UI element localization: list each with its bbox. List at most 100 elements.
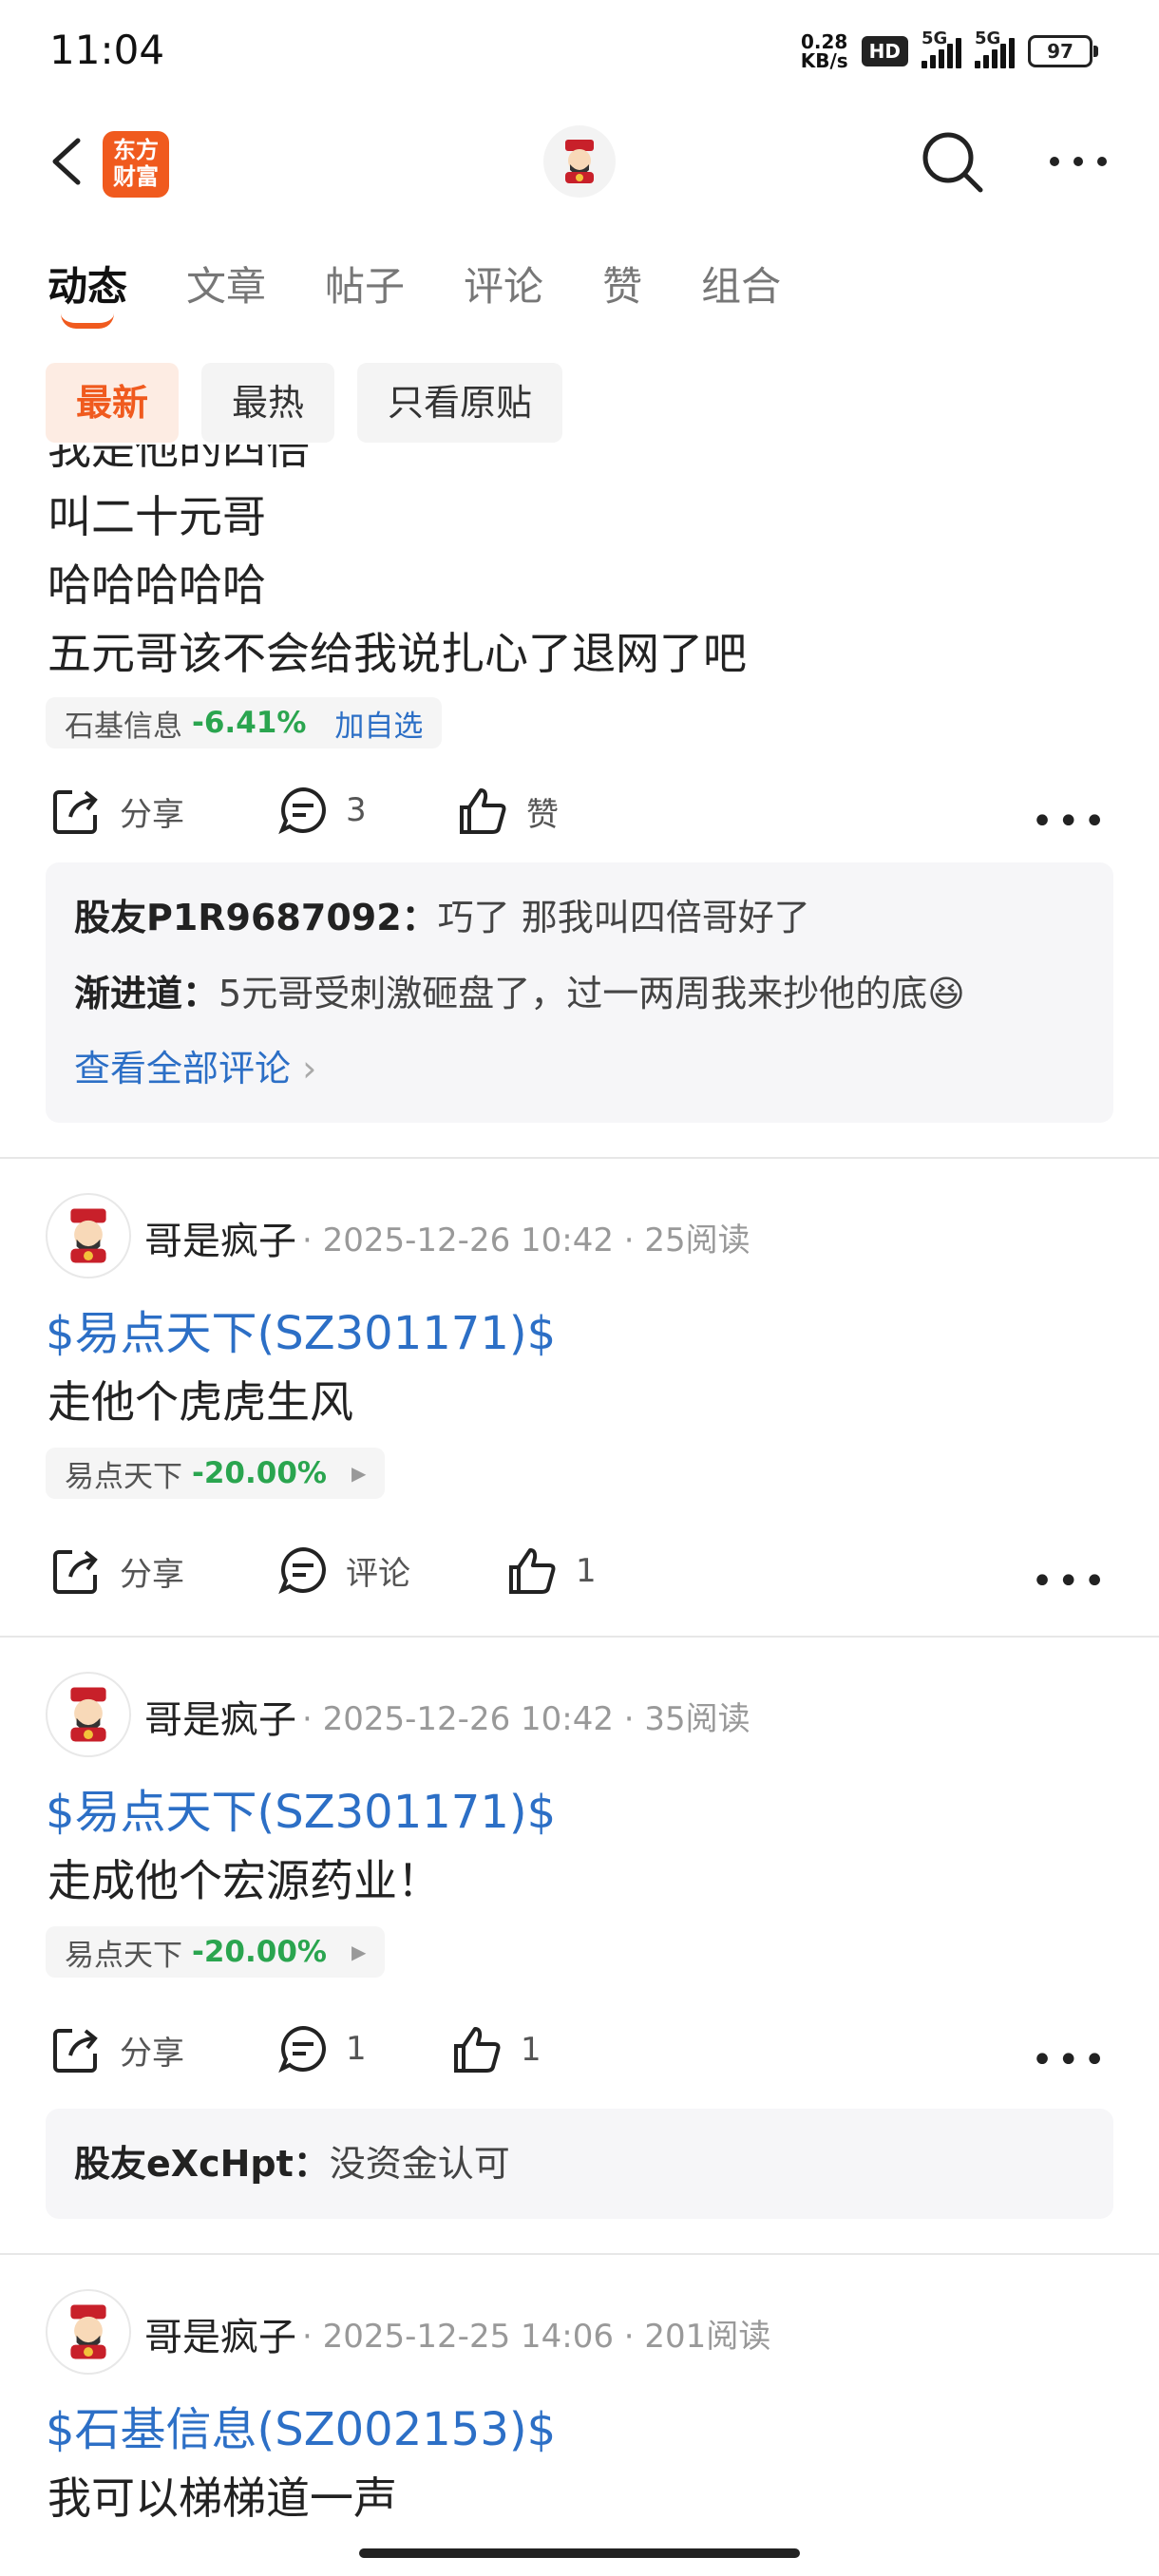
post-card: 我是他的四倍 叫二十元哥 哈哈哈哈哈 五元哥该不会给我说扎心了退网了吧 石基信息… [0, 445, 1159, 1159]
fortune-god-avatar-icon [70, 1208, 106, 1263]
more-icon[interactable]: ••• [1031, 2038, 1110, 2082]
comments-preview[interactable]: 股友P1R9687092：巧了 那我叫四倍哥好了 渐进道：5元哥受刺激砸盘了，过… [46, 862, 1113, 1123]
status-bar: 11:04 0.28 KB/s HD 5G 5G 97 [0, 0, 1159, 104]
active-tab-indicator [61, 313, 114, 329]
author-avatar[interactable] [46, 2289, 131, 2375]
fortune-god-avatar-icon [70, 2304, 106, 2359]
post-line: 哈哈哈哈哈 [48, 559, 266, 611]
post-card: 哥是疯子 · 2025-12-26 10:42 · 35阅读 $易点天下(SZ3… [0, 1672, 1159, 2255]
comment-button[interactable]: 3 [277, 785, 367, 836]
search-button[interactable] [920, 129, 986, 196]
clock: 11:04 [49, 27, 165, 73]
tab-comments[interactable]: 评论 [464, 255, 543, 313]
more-options-button[interactable] [1045, 133, 1112, 190]
like-button[interactable]: 1 [505, 1544, 597, 1598]
comment-item: 股友P1R9687092：巧了 那我叫四倍哥好了 [74, 897, 810, 938]
comment-item: 渐进道：5元哥受刺激砸盘了，过一两周我来抄他的底😆 [74, 973, 965, 1014]
stock-change: -6.41% [192, 706, 307, 740]
filter-original-only[interactable]: 只看原贴 [357, 363, 563, 443]
post-meta: · 2025-12-26 10:42 · 35阅读 [302, 1700, 750, 1738]
comment-button[interactable]: 评论 [277, 1544, 410, 1596]
post-header: 哥是疯子 · 2025-12-26 10:42 · 35阅读 [0, 1672, 1159, 1767]
share-icon [53, 790, 98, 834]
stock-link[interactable]: $石基信息(SZ002153)$ [0, 2396, 1159, 2464]
fortune-god-avatar-icon [565, 140, 594, 183]
post-header: 哥是疯子 · 2025-12-26 10:42 · 25阅读 [0, 1193, 1159, 1288]
tab-dynamic[interactable]: 动态 [48, 255, 127, 329]
post-body: 我可以梯梯道一声 [48, 2472, 397, 2524]
stock-tag[interactable]: 石基信息 -6.41% 加自选 [46, 697, 443, 748]
share-button[interactable]: 分享 [49, 1544, 184, 1598]
caret-right-icon: ▶ [351, 1462, 367, 1485]
comment-item: 股友eXcHpt：没资金认可 [74, 2143, 510, 2185]
stock-link[interactable]: $易点天下(SZ301171)$ [0, 1299, 1159, 1368]
stock-link[interactable]: $易点天下(SZ301171)$ [0, 1778, 1159, 1847]
stock-name: 石基信息 [65, 709, 182, 744]
profile-avatar[interactable] [543, 125, 616, 198]
share-button[interactable]: 分享 [49, 2023, 184, 2076]
comment-button[interactable]: 1 [277, 2023, 367, 2074]
author-name[interactable]: 哥是疯子 [144, 1689, 296, 1744]
tab-articles[interactable]: 文章 [186, 255, 266, 313]
thumbs-up-icon [460, 788, 506, 834]
post-card: 哥是疯子 · 2025-12-26 10:42 · 25阅读 $易点天下(SZ3… [0, 1193, 1159, 1638]
chevron-left-icon [52, 138, 81, 185]
post-body: 走他个虎虎生风 [48, 1376, 353, 1428]
author-name[interactable]: 哥是疯子 [144, 1210, 296, 1265]
comments-preview[interactable]: 股友eXcHpt：没资金认可 [46, 2109, 1113, 2219]
comment-icon [278, 786, 326, 835]
divider [0, 2253, 1159, 2255]
share-button[interactable]: 分享 [49, 785, 184, 838]
post-body: 走成他个宏源药业！ [48, 1855, 441, 1906]
tab-posts[interactable]: 帖子 [325, 255, 405, 313]
post-line: 五元哥该不会给我说扎心了退网了吧 [48, 628, 747, 679]
thumbs-up-icon [509, 1548, 556, 1594]
share-icon [53, 1550, 98, 1594]
search-icon [922, 132, 983, 193]
like-button[interactable]: 1 [450, 2023, 542, 2076]
more-horizontal-icon [1050, 157, 1107, 166]
author-avatar[interactable] [46, 1672, 131, 1757]
post-actions: 分享 3 赞 ••• [0, 762, 1159, 857]
profile-tabs: 动态 文章 帖子 评论 赞 组合 [48, 255, 840, 329]
author-avatar[interactable] [46, 1193, 131, 1279]
post-meta: · 2025-12-26 10:42 · 25阅读 [302, 1222, 750, 1260]
caret-right-icon: ▶ [351, 1941, 367, 1963]
status-icons: 0.28 KB/s HD 5G 5G 97 [800, 28, 1098, 72]
post-meta: · 2025-12-25 14:06 · 201阅读 [302, 2318, 771, 2356]
more-icon[interactable]: ••• [1031, 800, 1110, 843]
more-icon[interactable]: ••• [1031, 1560, 1110, 1603]
back-button[interactable] [42, 133, 99, 190]
divider [0, 1157, 1159, 1159]
like-button[interactable]: 赞 [456, 785, 559, 838]
post-card: 哥是疯子 · 2025-12-25 14:06 · 201阅读 $石基信息(SZ… [0, 2289, 1159, 2525]
hd-voice-icon: HD [861, 36, 908, 66]
filter-hottest[interactable]: 最热 [201, 363, 335, 443]
post-header: 哥是疯子 · 2025-12-25 14:06 · 201阅读 [0, 2289, 1159, 2384]
stock-tag[interactable]: 易点天下 -20.00% ▶ [46, 1926, 386, 1978]
comment-icon [278, 2025, 326, 2074]
tab-portfolios[interactable]: 组合 [701, 255, 781, 313]
view-all-comments-link[interactable]: 查看全部评论 › [74, 1032, 1085, 1106]
divider [0, 1636, 1159, 1638]
post-line: 我是他的四倍 [48, 445, 310, 474]
fortune-god-avatar-icon [70, 1687, 106, 1742]
add-watchlist-button[interactable]: 加自选 [334, 702, 423, 745]
post-actions: 分享 评论 1 ••• [0, 1522, 1159, 1617]
battery-icon: 97 [1028, 35, 1098, 67]
filter-latest[interactable]: 最新 [46, 363, 180, 443]
app-logo[interactable]: 东方 财富 [103, 131, 169, 198]
filter-chips: 最新 最热 只看原贴 [46, 363, 563, 443]
post-line: 叫二十元哥 [48, 491, 266, 542]
tab-likes[interactable]: 赞 [602, 255, 642, 313]
net-speed: 0.28 KB/s [800, 30, 848, 72]
author-name[interactable]: 哥是疯子 [144, 2306, 296, 2361]
signal-icon: 5G [922, 28, 961, 68]
home-indicator[interactable] [359, 2548, 800, 2558]
feed: 我是他的四倍 叫二十元哥 哈哈哈哈哈 五元哥该不会给我说扎心了退网了吧 石基信息… [0, 445, 1159, 2525]
stock-tag[interactable]: 易点天下 -20.00% ▶ [46, 1448, 386, 1499]
thumbs-up-icon [454, 2027, 501, 2073]
post-actions: 分享 1 1 ••• [0, 2000, 1159, 2095]
signal-icon-2: 5G [975, 28, 1015, 68]
comment-icon [278, 1546, 326, 1595]
